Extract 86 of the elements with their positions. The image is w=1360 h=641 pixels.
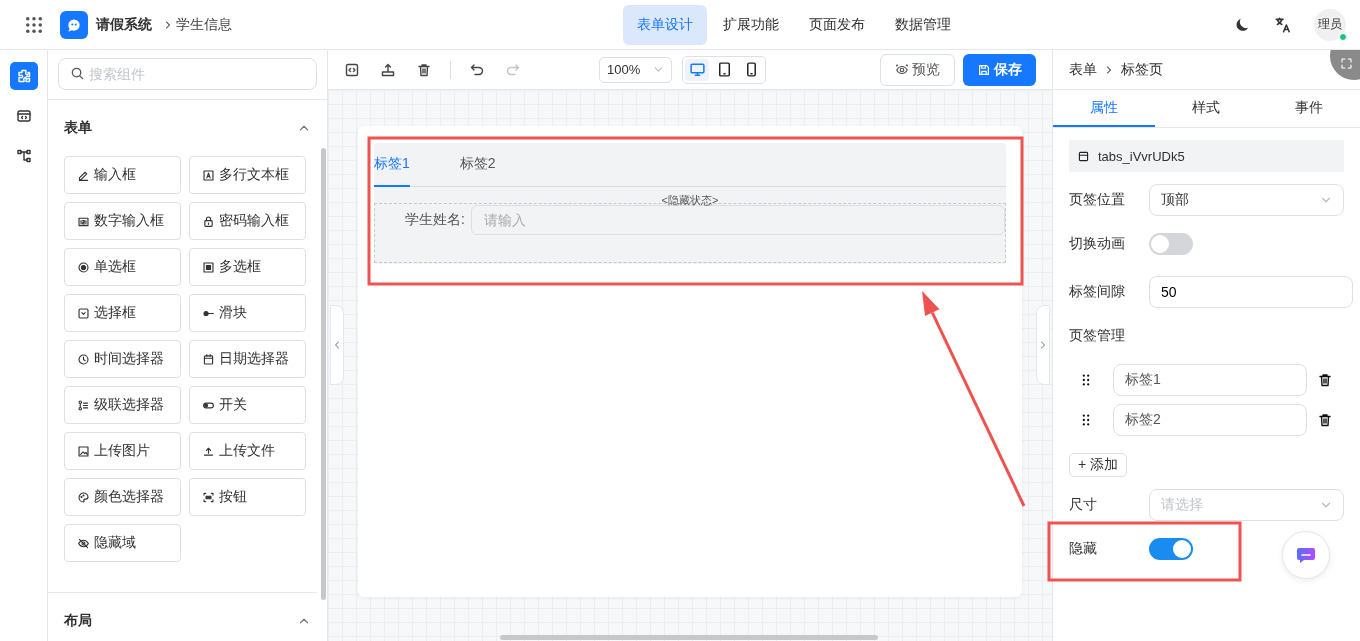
component-button[interactable]: 上传图片 <box>64 432 181 470</box>
nav-tab[interactable]: 数据管理 <box>881 4 965 45</box>
user-avatar[interactable]: 理员 <box>1314 8 1346 41</box>
chat-bubble-icon <box>1296 546 1316 564</box>
eye-off-icon <box>77 536 90 550</box>
component-button[interactable]: 日期选择器 <box>189 340 306 378</box>
image-icon <box>77 444 90 458</box>
tabs-icon <box>1077 149 1090 163</box>
eye-icon <box>895 62 909 77</box>
component-button[interactable]: 隐藏域 <box>64 524 181 562</box>
component-id: tabs_iVvrUDk5 <box>1098 148 1185 164</box>
input-field[interactable]: 标签1 <box>1113 364 1307 396</box>
hidden-state-label: <隐藏状态> <box>661 193 719 208</box>
add-button[interactable]: + 添加 <box>1069 453 1128 477</box>
search-icon <box>70 66 85 81</box>
component-button[interactable]: 颜色选择器 <box>64 478 181 516</box>
trash-icon[interactable] <box>1317 412 1333 428</box>
text-box-icon <box>202 168 215 182</box>
property-label: 标签间隙 <box>1069 283 1126 301</box>
save-button[interactable]: 保存 <box>963 53 1036 86</box>
list-tree-icon <box>77 398 90 412</box>
breadcrumb-item: 标签页 <box>1121 60 1163 79</box>
lock-icon <box>202 214 215 228</box>
focus-frame-icon <box>202 490 215 504</box>
tab[interactable]: 事件 <box>1257 90 1360 127</box>
property-label: 隐藏 <box>1069 540 1098 558</box>
scrollbar[interactable] <box>321 148 326 600</box>
zoom-select[interactable]: 100% <box>599 56 672 83</box>
preview-button[interactable]: 预览 <box>880 53 955 86</box>
search-field[interactable]: 搜索组件 <box>58 58 317 90</box>
radio-icon <box>77 260 90 274</box>
clock-icon <box>77 352 90 366</box>
palette-icon <box>77 490 90 504</box>
property-label: 页签位置 <box>1069 191 1126 209</box>
monitor-icon <box>688 61 706 78</box>
component-button[interactable]: 数字输入框 <box>64 202 181 240</box>
fullscreen-icon <box>1340 57 1353 70</box>
apps-menu-icon[interactable] <box>24 14 44 35</box>
scrollbar[interactable] <box>500 635 878 640</box>
input-field[interactable]: 标签2 <box>1113 404 1307 436</box>
property-label: 尺寸 <box>1069 496 1098 514</box>
toggle-switch[interactable] <box>1149 538 1193 560</box>
component-button[interactable]: 密码输入框 <box>189 202 306 240</box>
select-field[interactable]: 顶部 <box>1149 184 1344 216</box>
property-label: 切换动画 <box>1069 235 1126 253</box>
device-switcher[interactable] <box>682 55 766 84</box>
component-button[interactable]: 滑块 <box>189 294 306 332</box>
chat-button[interactable] <box>1282 531 1330 579</box>
tab[interactable]: 样式 <box>1155 90 1258 127</box>
tab[interactable]: 标签2 <box>459 143 496 187</box>
toggle-switch[interactable] <box>1149 233 1193 255</box>
nav-tab[interactable]: 页面发布 <box>795 4 879 45</box>
calendar-icon <box>202 352 215 366</box>
component-button[interactable]: 上传文件 <box>189 432 306 470</box>
group-title: 表单 <box>64 119 92 137</box>
component-button[interactable]: 多行文本框 <box>189 156 306 194</box>
component-button[interactable]: 多选框 <box>189 248 306 286</box>
app-logo <box>60 10 88 39</box>
dropdown-box-icon <box>77 306 90 320</box>
component-button[interactable]: 开关 <box>189 386 306 424</box>
collapse-handle[interactable] <box>1036 305 1050 385</box>
component-button[interactable]: 时间选择器 <box>64 340 181 378</box>
upload-tray-icon[interactable] <box>380 61 396 78</box>
checkbox-icon <box>202 260 215 274</box>
breadcrumb-link[interactable]: 学生信息 <box>176 15 232 34</box>
component-button[interactable]: 输入框 <box>64 156 181 194</box>
tab[interactable]: 属性 <box>1053 90 1156 127</box>
translate-icon[interactable] <box>1274 15 1292 34</box>
trash-icon[interactable] <box>1317 372 1333 388</box>
field-label: 学生姓名: <box>405 211 465 229</box>
breadcrumb-item[interactable]: 表单 <box>1069 60 1097 79</box>
input-field[interactable]: 50 <box>1149 276 1353 308</box>
nav-tab[interactable]: 扩展功能 <box>709 4 793 45</box>
code-icon[interactable] <box>344 61 360 78</box>
input-field[interactable]: 请输入 <box>470 205 1005 235</box>
property-label: 页签管理 <box>1069 327 1126 345</box>
component-button[interactable]: 单选框 <box>64 248 181 286</box>
component-button[interactable]: 级联选择器 <box>64 386 181 424</box>
component-button[interactable]: 按钮 <box>189 478 306 516</box>
component-button[interactable]: 选择框 <box>64 294 181 332</box>
group-title: 布局 <box>64 612 92 630</box>
collapse-handle[interactable] <box>330 305 344 385</box>
tab[interactable]: 标签1 <box>374 143 410 187</box>
trash-icon[interactable] <box>416 61 432 78</box>
puzzle-icon[interactable] <box>9 62 38 90</box>
app-name: 请假系统 <box>96 15 152 34</box>
